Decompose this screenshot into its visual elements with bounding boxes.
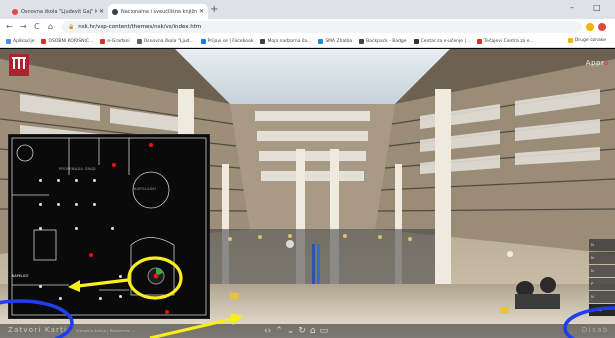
hotspot-icon[interactable] [75, 179, 78, 182]
navigation-controls: ‹› ⌃ ⌄ ↻ ⌂ ▭ [264, 325, 328, 337]
disable-label[interactable]: Disab [582, 326, 609, 334]
hotspot-icon[interactable] [119, 295, 122, 298]
bookmark-osobni[interactable]: OSOBNI KORISNIC... [41, 38, 93, 44]
hotspot-icon[interactable] [93, 203, 96, 206]
current-position-icon [147, 267, 165, 285]
hotspot-active-icon[interactable] [89, 253, 93, 257]
library-logo-icon [9, 54, 29, 76]
bookmark-sma[interactable]: SMA Zhalba [318, 38, 352, 44]
bookmarks-bar: Aplikacije OSOBNI KORISNIC... e-Građani … [0, 35, 615, 48]
tab-title: Osnovna škola "Ljudevit Gaj" Kriz [21, 8, 97, 15]
down-arrow-icon[interactable]: ⌄ [287, 325, 295, 337]
brand-text-accent: o [604, 59, 609, 67]
viewer-bottom-bar: Zatvori Karti Virtualna šetnja | Realizi… [0, 324, 615, 338]
home-button[interactable]: ⌂ [48, 20, 53, 34]
room-label: KUPOLASKI [134, 187, 157, 191]
bookmark-courses[interactable]: Tečajevi Centra za e... [477, 38, 534, 44]
up-arrow-icon[interactable]: ⌃ [275, 325, 283, 337]
hotspot-icon[interactable] [57, 179, 60, 182]
room-label: PROMINADA GRAD [59, 167, 96, 171]
bookmark-backpack[interactable]: Backpack - Badge [359, 38, 407, 44]
bookmark-apps[interactable]: Aplikacije [6, 38, 34, 44]
back-button[interactable]: ← [6, 20, 13, 34]
other-bookmarks[interactable]: Druge oznake [567, 38, 606, 43]
side-menu-item[interactable]: N [589, 239, 615, 251]
new-tab-button[interactable]: + [210, 4, 218, 16]
close-tab-icon[interactable]: ✕ [99, 8, 104, 15]
bookmark-egradjani[interactable]: e-Građani [100, 38, 130, 44]
close-map-button[interactable]: Zatvori Karti [8, 326, 67, 334]
tour-credit: Virtualna šetnja | Realizirala: ... [76, 328, 136, 333]
fullscreen-icon[interactable]: ▭ [320, 325, 329, 337]
home-icon[interactable]: ⌂ [310, 325, 316, 337]
hotspot-icon[interactable] [39, 203, 42, 206]
hotspot-icon[interactable] [39, 285, 42, 288]
maximize-button[interactable]: □ [593, 1, 601, 15]
bookmark-icon [41, 38, 47, 44]
bookmark-facebook[interactable]: Prijavi se | Facebook [200, 38, 253, 44]
hotspot-active-icon[interactable] [165, 310, 169, 314]
close-tab-icon[interactable]: ✕ [199, 8, 204, 15]
side-menu-item[interactable]: Pokaz [589, 304, 615, 316]
brand-text: Appr [585, 59, 605, 67]
current-location-label: KAPELICE [12, 274, 29, 278]
bookmark-icon [413, 38, 419, 44]
hotspot-icon[interactable] [57, 203, 60, 206]
minimize-button[interactable]: – [570, 1, 574, 15]
rotate-icon[interactable]: ↻ [298, 325, 306, 337]
hotspot-icon[interactable] [75, 227, 78, 230]
tab-library[interactable]: Nacionalna i sveučilišna knjižnica ✕ [108, 4, 208, 19]
bookmark-icon [359, 38, 365, 44]
url-text: nsk.hr/vsp-content/themes/nsk/vs/index.h… [78, 24, 202, 30]
tab-bar: Osnovna škola "Ljudevit Gaj" Kriz ✕ Naci… [0, 0, 615, 19]
facebook-icon [200, 38, 206, 44]
side-menu-item[interactable]: N [589, 291, 615, 303]
floor-plan-minimap[interactable]: PROMINADA GRAD KUPOLASKI KAPELICE [8, 134, 210, 319]
hotspot-icon[interactable] [93, 179, 96, 182]
bookmark-school[interactable]: Osnovna škola "Ljud... [136, 38, 194, 44]
brand-label: Appro [586, 59, 609, 67]
hotspot-icon[interactable] [39, 227, 42, 230]
bookmark-icon [100, 38, 106, 44]
hotspot-active-icon[interactable] [112, 163, 116, 167]
bookmark-icon [136, 38, 142, 44]
bookmark-elearning[interactable]: Centar za e-učenje |... [413, 38, 470, 44]
tab-title: Nacionalna i sveučilišna knjižnica [121, 8, 197, 15]
hotspot-icon[interactable] [39, 179, 42, 182]
logo-mark [12, 57, 26, 69]
browser-toolbar: ← → C ⌂ 🔒 nsk.hr/vsp-content/themes/nsk/… [0, 19, 615, 35]
lock-icon: 🔒 [68, 24, 75, 30]
bookmark-dashboard[interactable]: Moja nadzorna ša... [260, 38, 311, 44]
side-menu-item[interactable]: P [589, 278, 615, 290]
hotspot-active-icon[interactable] [149, 143, 153, 147]
hotspot-icon[interactable] [75, 203, 78, 206]
forward-button[interactable]: → [20, 20, 27, 34]
hotspot-icon[interactable] [111, 227, 114, 230]
hotspot-icon[interactable] [59, 297, 62, 300]
apps-icon [6, 38, 11, 44]
side-menu-item[interactable]: N [589, 265, 615, 277]
side-menu: N N N P N Pokaz [589, 239, 615, 317]
bookmark-icon [477, 38, 483, 44]
panorama-viewer[interactable]: Appro PROMINADA GRAD KUPOLASKI KAPELICE [0, 49, 615, 338]
side-menu-item[interactable]: N [589, 252, 615, 264]
school-favicon-icon [12, 8, 18, 15]
library-favicon-icon [112, 8, 118, 15]
address-bar[interactable]: 🔒 nsk.hr/vsp-content/themes/nsk/vs/index… [62, 21, 582, 33]
hotspot-icon[interactable] [99, 297, 102, 300]
bookmark-icon [260, 38, 266, 44]
extension-icon[interactable] [598, 23, 606, 31]
bookmark-icon [318, 38, 324, 44]
pan-arrows-icon[interactable]: ‹› [264, 325, 271, 337]
star-icon[interactable] [586, 23, 594, 31]
tab-school[interactable]: Osnovna škola "Ljudevit Gaj" Kriz ✕ [8, 4, 108, 19]
folder-icon [567, 38, 573, 43]
hotspot-icon[interactable] [119, 275, 122, 278]
reload-button[interactable]: C [34, 20, 40, 34]
